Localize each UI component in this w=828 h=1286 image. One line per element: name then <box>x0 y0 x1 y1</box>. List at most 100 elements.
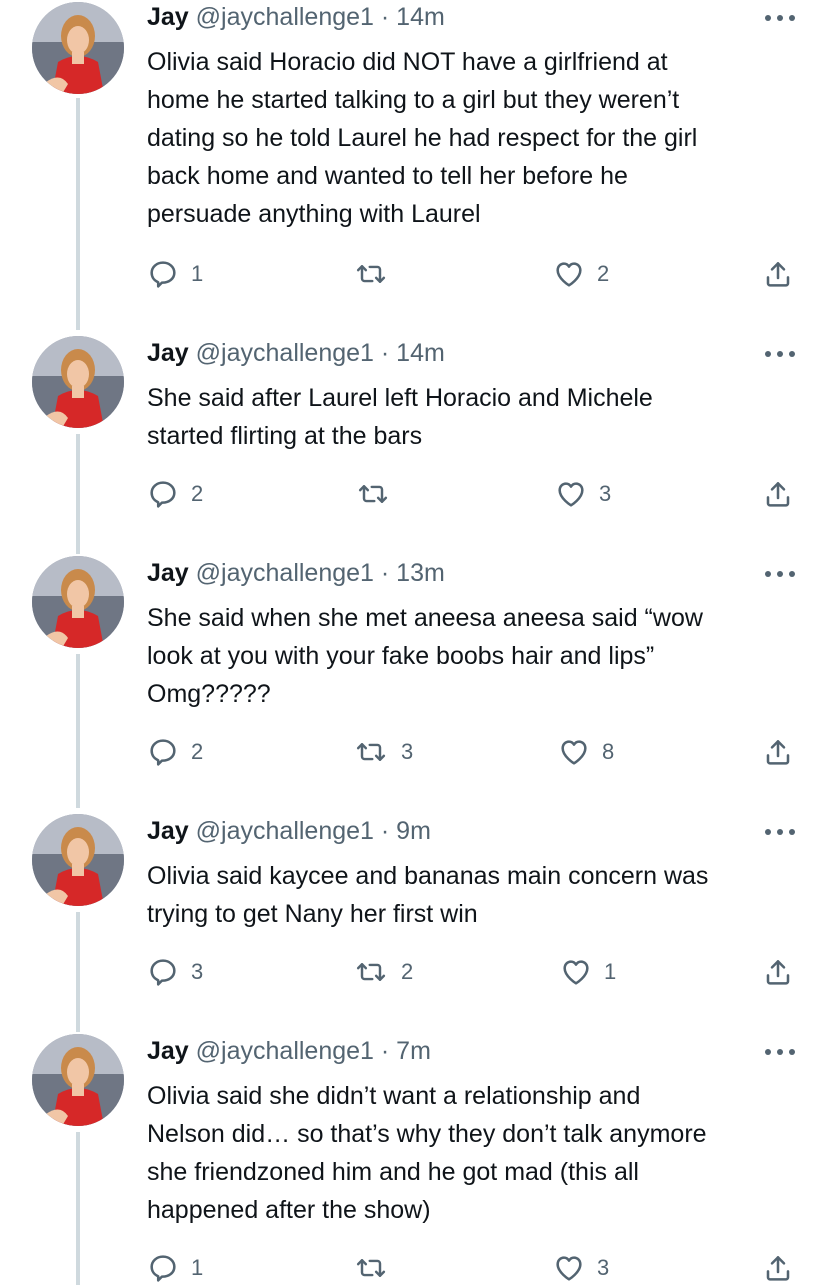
thread-line <box>76 98 80 330</box>
thread-line <box>76 654 80 808</box>
retweet-button[interactable]: 2 <box>353 954 413 990</box>
reply-icon <box>147 478 179 510</box>
heart-icon <box>558 736 590 768</box>
avatar[interactable] <box>32 814 124 906</box>
like-count: 3 <box>599 481 612 506</box>
retweet-count: 3 <box>401 739 414 764</box>
like-button[interactable]: 8 <box>558 734 614 770</box>
share-button[interactable] <box>762 734 794 770</box>
author-name[interactable]: Jay <box>147 817 189 845</box>
timestamp[interactable]: 14m <box>396 339 445 367</box>
retweet-icon <box>353 258 389 290</box>
reply-button[interactable]: 2 <box>147 476 203 512</box>
share-icon <box>762 258 794 290</box>
like-count: 8 <box>602 739 615 764</box>
like-button[interactable]: 3 <box>553 1250 609 1286</box>
retweet-icon <box>353 956 389 988</box>
share-button[interactable] <box>762 476 794 512</box>
thread-line <box>76 434 80 554</box>
tweet[interactable]: Jay @jaychallenge1 · 14m She said after … <box>0 336 828 554</box>
reply-count: 1 <box>191 1255 204 1280</box>
like-button[interactable]: 3 <box>555 476 611 512</box>
tweet-text: Olivia said kaycee and bananas main conc… <box>147 862 709 928</box>
thread-line <box>76 1132 80 1285</box>
more-options-icon[interactable] <box>760 344 800 364</box>
timestamp[interactable]: 13m <box>396 559 445 587</box>
author-name[interactable]: Jay <box>147 559 189 587</box>
retweet-icon <box>353 736 389 768</box>
timestamp[interactable]: 14m <box>396 3 445 31</box>
reply-count: 2 <box>191 739 204 764</box>
author-handle[interactable]: @jaychallenge1 <box>196 3 374 31</box>
retweet-icon <box>353 1252 389 1284</box>
separator: · <box>373 817 397 845</box>
reply-count: 2 <box>191 481 204 506</box>
like-button[interactable]: 1 <box>560 954 616 990</box>
reply-count: 3 <box>191 959 204 984</box>
thread-line <box>76 912 80 1032</box>
share-button[interactable] <box>762 256 794 292</box>
tweet-header: Jay @jaychallenge1 · 13m <box>147 558 445 588</box>
author-handle[interactable]: @jaychallenge1 <box>196 339 374 367</box>
avatar[interactable] <box>32 1034 124 1126</box>
tweet-header: Jay @jaychallenge1 · 9m <box>147 816 431 846</box>
like-count: 2 <box>597 261 610 286</box>
author-name[interactable]: Jay <box>147 3 189 31</box>
author-name[interactable]: Jay <box>147 1037 189 1065</box>
more-options-icon[interactable] <box>760 564 800 584</box>
share-icon <box>762 736 794 768</box>
more-options-icon[interactable] <box>760 822 800 842</box>
share-icon <box>762 1252 794 1284</box>
reply-button[interactable]: 1 <box>147 256 203 292</box>
retweet-button[interactable] <box>353 1250 401 1286</box>
like-count: 1 <box>604 959 617 984</box>
avatar[interactable] <box>32 556 124 648</box>
author-handle[interactable]: @jaychallenge1 <box>196 1037 374 1065</box>
author-handle[interactable]: @jaychallenge1 <box>196 817 374 845</box>
reply-icon <box>147 736 179 768</box>
reply-icon <box>147 1252 179 1284</box>
tweet-text: She said when she met aneesa aneesa said… <box>147 604 703 708</box>
separator: · <box>373 339 397 367</box>
tweet-text: Olivia said she didn’t want a relationsh… <box>147 1082 707 1224</box>
heart-icon <box>553 1252 585 1284</box>
tweet-text: She said after Laurel left Horacio and M… <box>147 384 653 450</box>
heart-icon <box>560 956 592 988</box>
reply-icon <box>147 258 179 290</box>
retweet-button[interactable] <box>355 476 403 512</box>
tweet[interactable]: Jay @jaychallenge1 · 14m Olivia said Hor… <box>0 0 828 330</box>
reply-count: 1 <box>191 261 204 286</box>
tweet-header: Jay @jaychallenge1 · 7m <box>147 1036 431 1066</box>
retweet-button[interactable]: 3 <box>353 734 413 770</box>
share-icon <box>762 478 794 510</box>
share-button[interactable] <box>762 954 794 990</box>
tweet[interactable]: Jay @jaychallenge1 · 9m Olivia said kayc… <box>0 814 828 1032</box>
retweet-button[interactable] <box>353 256 401 292</box>
reply-button[interactable]: 3 <box>147 954 203 990</box>
author-name[interactable]: Jay <box>147 339 189 367</box>
tweet[interactable]: Jay @jaychallenge1 · 7m Olivia said she … <box>0 1034 828 1285</box>
separator: · <box>373 559 397 587</box>
share-button[interactable] <box>762 1250 794 1286</box>
timestamp[interactable]: 9m <box>396 817 431 845</box>
separator: · <box>373 3 397 31</box>
heart-icon <box>555 478 587 510</box>
more-options-icon[interactable] <box>760 8 800 28</box>
avatar[interactable] <box>32 2 124 94</box>
reply-button[interactable]: 2 <box>147 734 203 770</box>
more-options-icon[interactable] <box>760 1042 800 1062</box>
tweet-header: Jay @jaychallenge1 · 14m <box>147 2 445 32</box>
like-count: 3 <box>597 1255 610 1280</box>
avatar[interactable] <box>32 336 124 428</box>
separator: · <box>373 1037 397 1065</box>
tweet[interactable]: Jay @jaychallenge1 · 13m She said when s… <box>0 556 828 808</box>
timestamp[interactable]: 7m <box>396 1037 431 1065</box>
retweet-count: 2 <box>401 959 414 984</box>
heart-icon <box>553 258 585 290</box>
tweet-header: Jay @jaychallenge1 · 14m <box>147 338 445 368</box>
reply-icon <box>147 956 179 988</box>
tweet-text: Olivia said Horacio did NOT have a girlf… <box>147 48 698 228</box>
author-handle[interactable]: @jaychallenge1 <box>196 559 374 587</box>
like-button[interactable]: 2 <box>553 256 609 292</box>
reply-button[interactable]: 1 <box>147 1250 203 1286</box>
